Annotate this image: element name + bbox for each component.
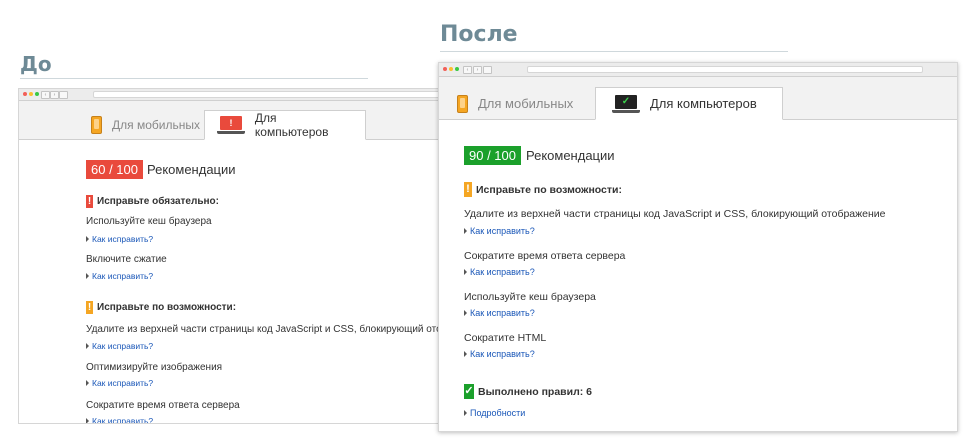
link-label[interactable]: Как исправить?: [470, 267, 535, 277]
before-screenshot: ‹ › Для мобильных ! Для компьютеров 60 /…: [18, 88, 440, 424]
address-bar[interactable]: [527, 66, 923, 73]
triangle-right-icon: [464, 351, 467, 357]
after-screenshot: ‹ › Для мобильных ✓ Для компьютеров 90 /…: [438, 62, 958, 432]
tab-mobile[interactable]: Для мобильных: [447, 87, 583, 120]
sidebar-icon[interactable]: [59, 91, 68, 99]
score-row: 90 / 100 Рекомендации: [464, 146, 615, 165]
forward-icon[interactable]: ›: [50, 91, 59, 99]
section-title: Исправьте по возможности:: [476, 183, 622, 196]
close-dot[interactable]: [23, 92, 27, 96]
triangle-right-icon: [464, 310, 467, 316]
phone-icon: [91, 116, 102, 134]
minimize-dot[interactable]: [29, 92, 33, 96]
exclamation-icon: !: [464, 182, 472, 197]
maximize-dot[interactable]: [455, 67, 459, 71]
triangle-right-icon: [86, 236, 89, 242]
rule-text: Сократите время ответа сервера: [86, 400, 240, 411]
rule-text: Удалите из верхней части страницы код Ja…: [86, 324, 440, 335]
link-label[interactable]: Как исправить?: [92, 271, 153, 281]
forward-icon[interactable]: ›: [473, 66, 482, 74]
how-to-fix-link[interactable]: Как исправить?: [86, 271, 153, 281]
triangle-right-icon: [464, 269, 467, 275]
score-badge: 90 / 100: [464, 146, 521, 165]
tab-desktop[interactable]: ! Для компьютеров: [204, 110, 366, 140]
exclamation-icon: !: [86, 195, 93, 208]
details-link[interactable]: Подробности: [464, 408, 525, 418]
section-must-fix: ! Исправьте обязательно:: [86, 195, 219, 208]
section-title: Выполнено правил: 6: [478, 385, 592, 398]
maximize-dot[interactable]: [35, 92, 39, 96]
tab-mobile-label: Для мобильных: [112, 118, 200, 132]
section-should-fix: ! Исправьте по возможности:: [86, 301, 236, 314]
rule-text: Используйте кеш браузера: [86, 216, 212, 227]
how-to-fix-link[interactable]: Как исправить?: [464, 349, 535, 359]
back-icon[interactable]: ‹: [41, 91, 50, 99]
after-divider: [440, 51, 788, 52]
tab-desktop-label: Для компьютеров: [650, 96, 757, 111]
link-label[interactable]: Как исправить?: [470, 226, 535, 236]
how-to-fix-link[interactable]: Как исправить?: [86, 378, 153, 388]
section-should-fix: ! Исправьте по возможности:: [464, 182, 622, 197]
link-label[interactable]: Как исправить?: [92, 416, 153, 423]
tab-desktop-label: Для компьютеров: [254, 111, 329, 139]
score-row: 60 / 100 Рекомендации: [86, 160, 236, 179]
close-dot[interactable]: [443, 67, 447, 71]
triangle-right-icon: [86, 343, 89, 349]
score-badge: 60 / 100: [86, 160, 143, 179]
triangle-right-icon: [464, 410, 467, 416]
rule-text: Включите сжатие: [86, 254, 167, 265]
rule-text: Сократите HTML: [464, 332, 547, 344]
window-controls[interactable]: [443, 67, 459, 71]
tab-desktop[interactable]: ✓ Для компьютеров: [595, 87, 783, 120]
device-tabs: Для мобильных ! Для компьютеров: [19, 101, 440, 140]
back-icon[interactable]: ‹: [463, 66, 472, 74]
triangle-right-icon: [86, 418, 89, 423]
section-title: Исправьте обязательно:: [97, 196, 219, 207]
browser-toolbar: ‹ ›: [19, 89, 440, 101]
triangle-right-icon: [86, 273, 89, 279]
before-heading: До: [20, 52, 52, 76]
how-to-fix-link[interactable]: Как исправить?: [464, 308, 535, 318]
triangle-right-icon: [464, 228, 467, 234]
triangle-right-icon: [86, 380, 89, 386]
laptop-check-icon: ✓: [612, 94, 640, 113]
exclamation-icon: !: [86, 301, 93, 314]
tab-mobile-label: Для мобильных: [478, 96, 574, 111]
minimize-dot[interactable]: [449, 67, 453, 71]
score-label: Рекомендации: [526, 148, 615, 163]
browser-toolbar: ‹ ›: [439, 63, 957, 77]
device-tabs: Для мобильных ✓ Для компьютеров: [439, 77, 957, 120]
tab-mobile[interactable]: Для мобильных: [79, 110, 212, 140]
how-to-fix-link[interactable]: Как исправить?: [86, 234, 153, 244]
how-to-fix-link[interactable]: Как исправить?: [464, 267, 535, 277]
section-passed: ✓ Выполнено правил: 6: [464, 384, 592, 399]
score-label: Рекомендации: [147, 162, 236, 177]
rule-text: Оптимизируйте изображения: [86, 362, 223, 373]
how-to-fix-link[interactable]: Как исправить?: [86, 416, 153, 423]
laptop-alert-icon: !: [217, 116, 245, 134]
address-bar[interactable]: [93, 91, 440, 98]
phone-icon: [457, 94, 468, 113]
check-icon: ✓: [464, 384, 474, 399]
sidebar-icon[interactable]: [483, 66, 492, 74]
link-label[interactable]: Как исправить?: [92, 378, 153, 388]
link-label[interactable]: Подробности: [470, 408, 525, 418]
before-divider: [20, 78, 368, 79]
how-to-fix-link[interactable]: Как исправить?: [86, 341, 153, 351]
how-to-fix-link[interactable]: Как исправить?: [464, 226, 535, 236]
rule-text: Удалите из верхней части страницы код Ja…: [464, 208, 886, 220]
rule-text: Сократите время ответа сервера: [464, 250, 626, 262]
link-label[interactable]: Как исправить?: [92, 341, 153, 351]
rule-text: Используйте кеш браузера: [464, 291, 596, 303]
link-label[interactable]: Как исправить?: [92, 234, 153, 244]
link-label[interactable]: Как исправить?: [470, 349, 535, 359]
link-label[interactable]: Как исправить?: [470, 308, 535, 318]
after-heading: После: [440, 22, 518, 47]
section-title: Исправьте по возможности:: [97, 302, 237, 313]
window-controls[interactable]: [23, 92, 39, 96]
